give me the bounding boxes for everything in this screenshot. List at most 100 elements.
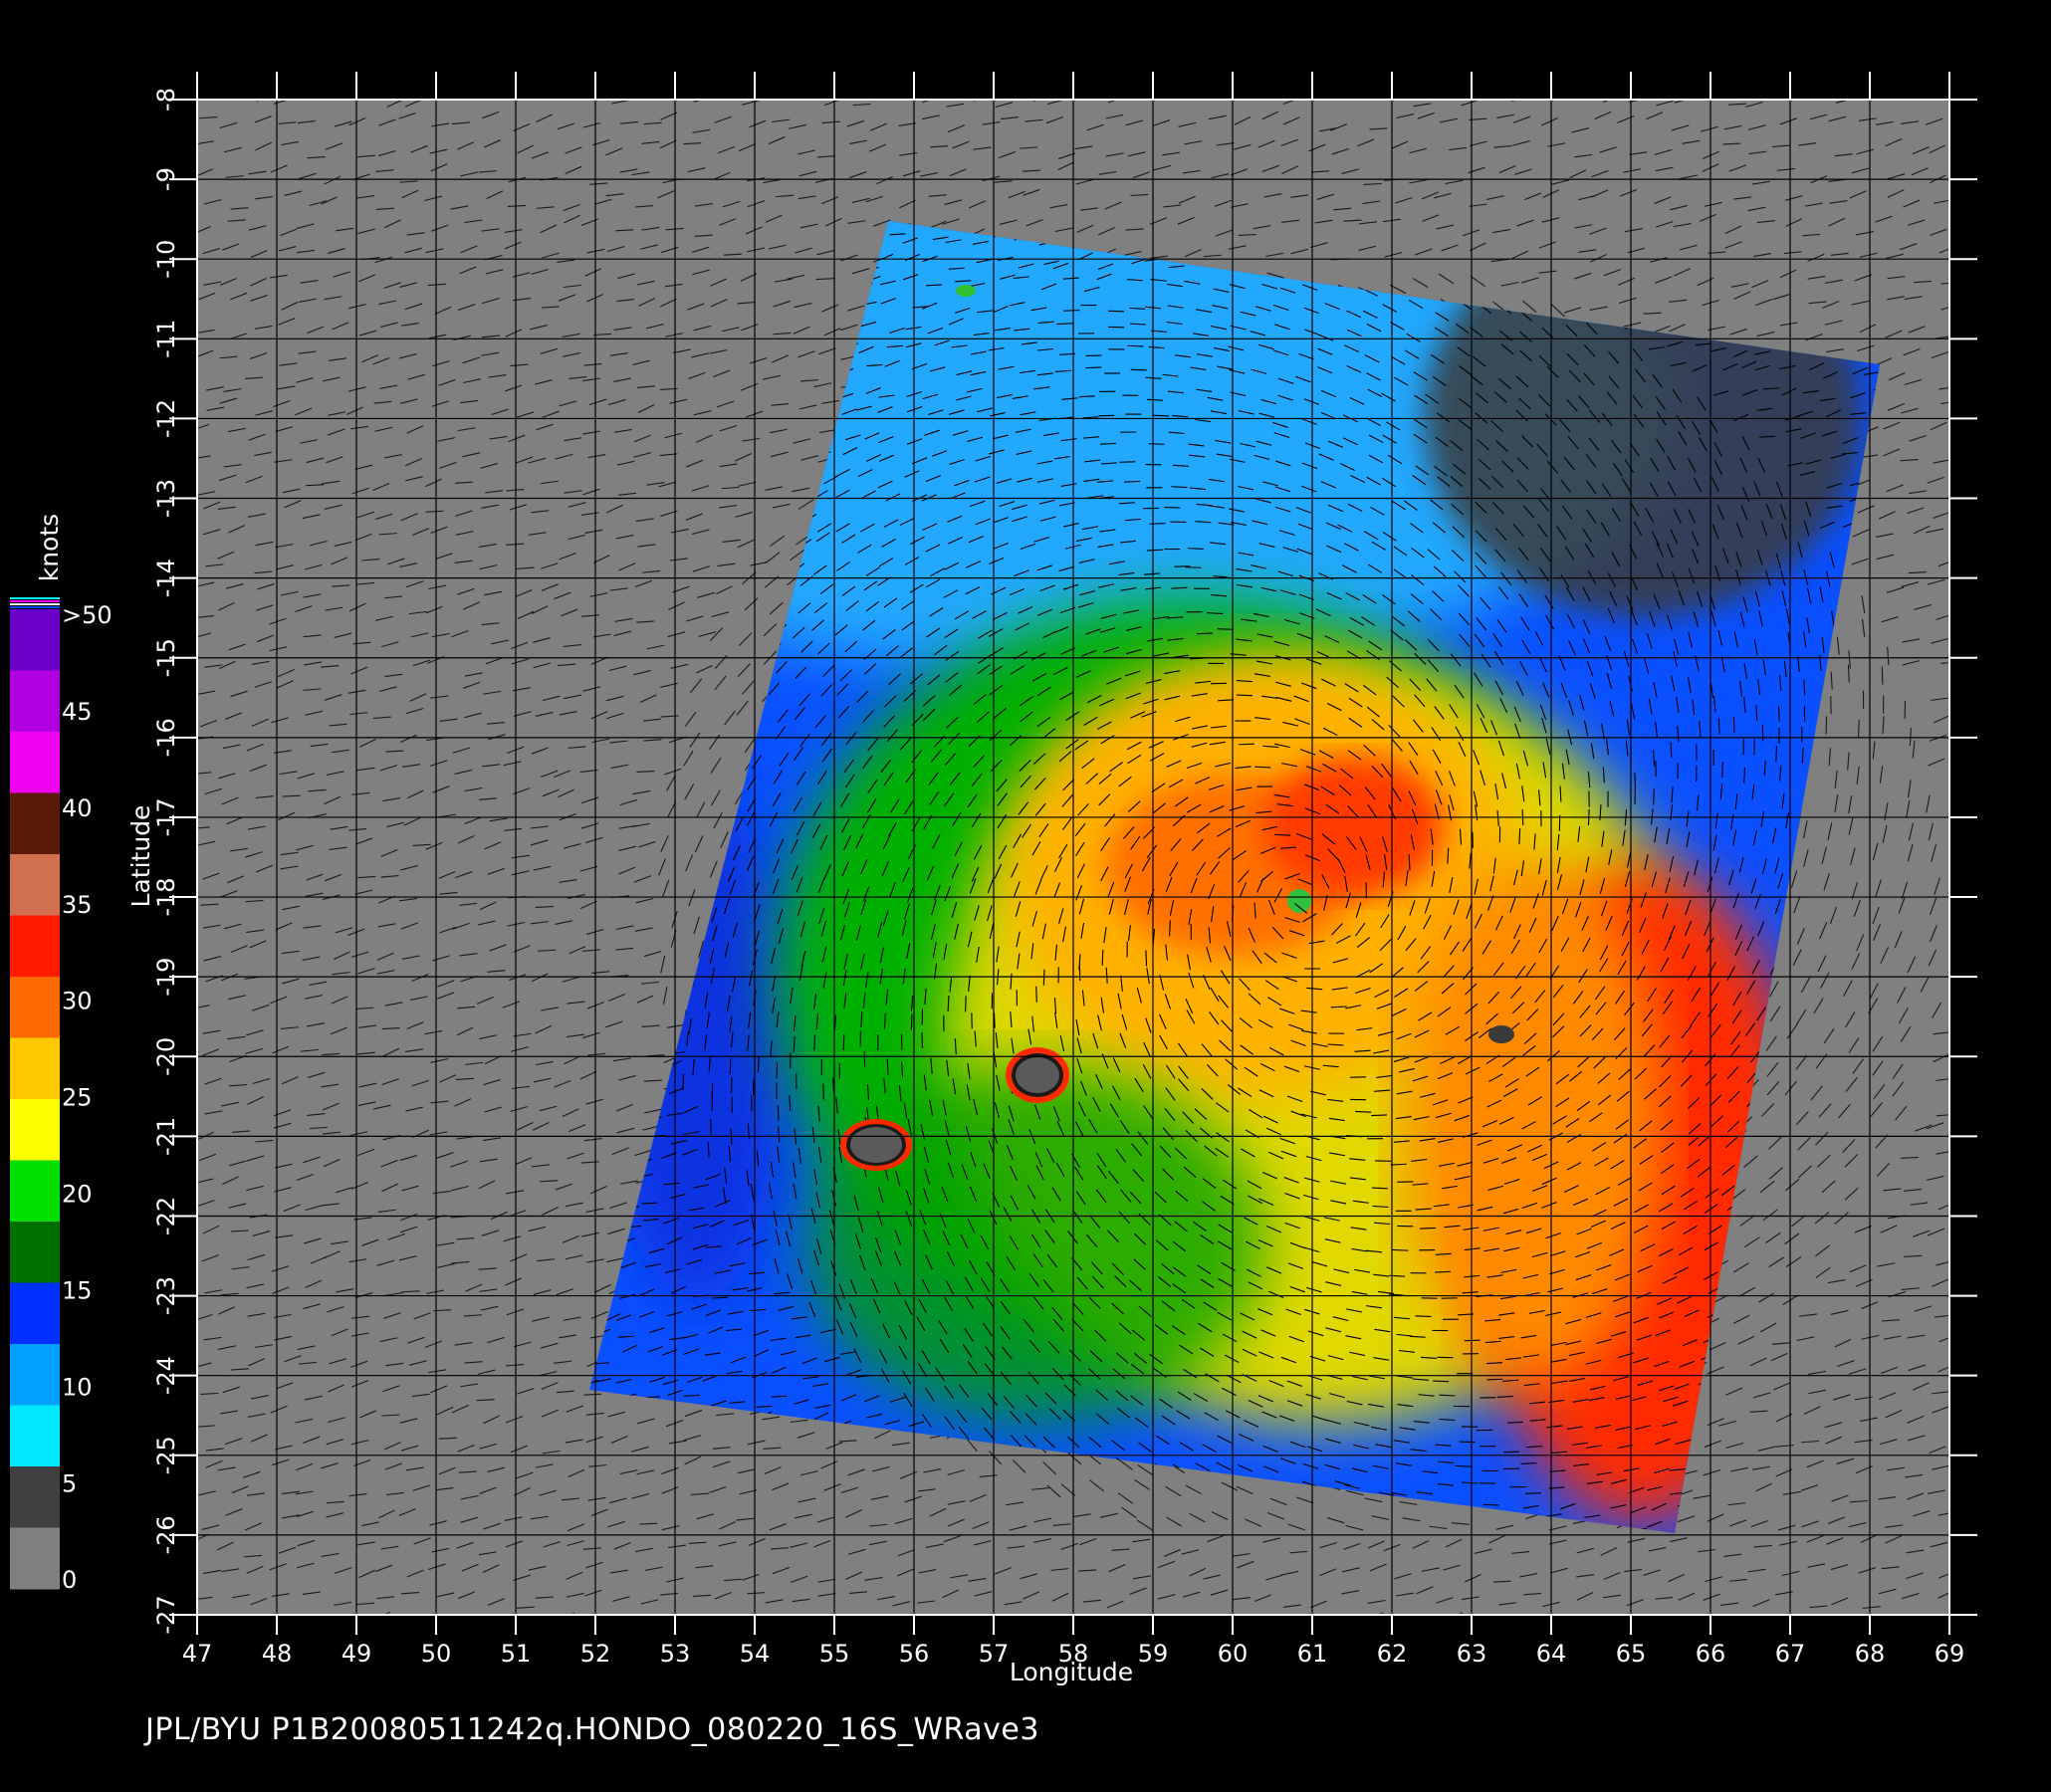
wind-vector	[995, 1627, 1013, 1629]
wind-vector	[1674, 1633, 1692, 1634]
wind-vector	[1733, 1633, 1751, 1635]
wind-vector	[1364, 92, 1381, 99]
wind-vector	[324, 1621, 341, 1627]
wind-vector	[738, 1618, 755, 1623]
wind-vector	[1883, 1618, 1900, 1624]
wind-vector	[1568, 1623, 1585, 1628]
wind-vector	[1393, 1619, 1411, 1623]
wind-vector	[1152, 91, 1170, 93]
wind-vector	[1394, 91, 1410, 99]
wind-vector	[430, 1620, 448, 1623]
wind-vector	[1149, 523, 1166, 525]
wind-vector	[1513, 1620, 1529, 1627]
wind-vector	[982, 1619, 999, 1626]
wind-vector	[1127, 1621, 1145, 1625]
wind-vector	[800, 1621, 818, 1625]
wind-vector	[483, 95, 501, 96]
wind-vector	[1130, 368, 1147, 371]
wind-vector	[798, 88, 815, 94]
wind-vector	[1204, 1619, 1220, 1626]
wind-vector	[1931, 88, 1947, 92]
wind-vector	[642, 1623, 660, 1627]
wind-vector	[865, 1622, 883, 1624]
wind-vector	[1546, 1627, 1563, 1634]
wind-vector	[1914, 1628, 1931, 1633]
wind-vector	[584, 1617, 601, 1624]
wind-vector	[332, 88, 348, 94]
wind-vector	[245, 1621, 262, 1626]
wind-vector	[671, 1616, 687, 1623]
wind-vector	[1603, 1625, 1620, 1631]
wind-vector	[1934, 1623, 1950, 1628]
wind-map: 47 48 49 50 51 52 53 54 55 56 57 58 59 60 61 62 63 64 65 66…	[10, 72, 1977, 1686]
wind-vector	[1444, 93, 1462, 96]
wind-vector	[223, 1627, 240, 1634]
wind-vector	[1495, 1631, 1513, 1633]
wind-vector	[1854, 92, 1870, 99]
wind-vector	[1312, 1631, 1330, 1634]
wind-vector	[1056, 323, 1073, 326]
wind-vector	[1154, 1619, 1171, 1625]
wind-vector	[928, 1623, 945, 1627]
wind-vector	[455, 92, 473, 95]
wind-vector	[1228, 92, 1245, 96]
wind-vector	[1903, 92, 1921, 95]
wind-vector	[1063, 310, 1080, 312]
wind-vector	[305, 1627, 323, 1631]
wind-vector	[1833, 1621, 1851, 1624]
wind-vector	[1085, 366, 1102, 369]
wind-vector	[1884, 94, 1902, 95]
wind-vector	[1107, 310, 1124, 313]
wind-vector	[1153, 414, 1170, 417]
wind-vector	[1863, 1621, 1881, 1622]
wind-vector	[203, 1623, 221, 1625]
wind-vector	[1759, 1620, 1776, 1625]
wind-vector	[1486, 88, 1502, 95]
wind-vector	[1240, 1625, 1257, 1626]
wind-vector	[354, 1628, 372, 1631]
wind-vector	[450, 1617, 468, 1620]
wind-vector	[200, 89, 217, 94]
wind-vector	[1032, 1623, 1050, 1624]
wind-vector	[1148, 443, 1165, 445]
wind-vector	[1642, 1624, 1660, 1627]
wind-vector	[1098, 414, 1115, 417]
wind-vector	[1214, 92, 1232, 94]
wind-vector	[714, 98, 732, 99]
wind-vector	[534, 95, 552, 98]
wind-vector	[1084, 1621, 1101, 1627]
wind-vector	[1418, 1618, 1436, 1620]
wind-vector	[539, 1618, 557, 1620]
wind-vector	[895, 90, 911, 98]
wind-vector	[484, 1623, 501, 1628]
wind-vector	[770, 1623, 788, 1626]
wind-vector	[659, 88, 676, 93]
wind-vector	[1171, 486, 1188, 489]
wind-vector	[1075, 91, 1093, 93]
wind-vector	[849, 1627, 866, 1633]
wind-vector	[402, 1629, 420, 1631]
wind-vector	[1287, 1621, 1305, 1623]
wind-vector	[1265, 1621, 1282, 1628]
wind-vector	[1137, 92, 1155, 95]
wind-vector	[712, 1618, 730, 1622]
wind-vector	[1626, 1628, 1643, 1634]
wind-vector	[1127, 344, 1144, 347]
wind-vector	[1780, 1619, 1797, 1624]
wind-vector	[1253, 93, 1270, 98]
wind-vector	[1881, 666, 1884, 685]
wind-vector	[1858, 720, 1860, 739]
wind-vector	[1698, 1625, 1715, 1629]
wind-vector	[1332, 1619, 1350, 1620]
wind-vector	[1164, 506, 1181, 509]
wind-vector	[687, 1616, 705, 1620]
wind-vector	[1571, 97, 1589, 99]
wind-vector	[1123, 480, 1140, 483]
wind-vector	[957, 1618, 974, 1622]
wind-vector	[1307, 85, 1324, 92]
wind-vector	[611, 1621, 629, 1624]
wind-vector	[1332, 95, 1350, 99]
wind-vector	[633, 92, 651, 95]
wind-vector	[768, 92, 785, 97]
wind-vector	[1183, 1622, 1201, 1623]
